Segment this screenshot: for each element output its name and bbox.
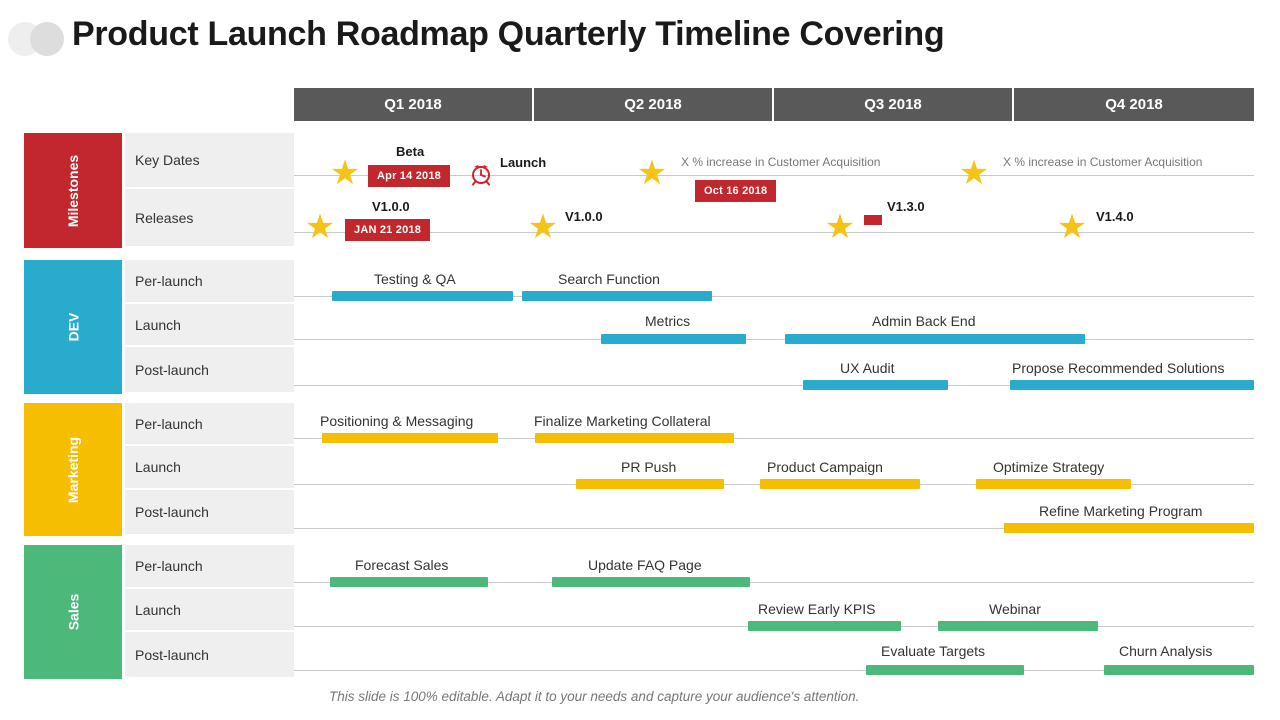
milestone-label-beta: Beta	[396, 144, 425, 159]
group-marketing: Marketing Per-launch Launch Post-launch	[24, 403, 294, 536]
release-label-v140: V1.4.0	[1096, 209, 1134, 224]
milestone-label-launch: Launch	[500, 155, 547, 170]
release-star-icon: ★	[527, 208, 559, 246]
alarm-clock-icon	[468, 160, 494, 186]
release-label-v100: V1.0.0	[372, 199, 410, 214]
row-label-sales-pre-launch[interactable]: Per-launch	[125, 545, 294, 589]
footer-note: This slide is 100% editable. Adapt it to…	[329, 689, 860, 704]
task-bar-review-early-kpis[interactable]	[748, 621, 901, 631]
title-bar: Product Launch Roadmap Quarterly Timelin…	[0, 0, 1280, 78]
page-title: Product Launch Roadmap Quarterly Timelin…	[72, 15, 945, 53]
quarter-header-cell-q1: Q1 2018	[294, 88, 534, 121]
task-label-review-early-kpis: Review Early KPIS	[758, 601, 876, 617]
task-label-admin-back-end: Admin Back End	[872, 313, 976, 329]
group-label-marketing: Marketing	[24, 403, 122, 536]
task-bar-propose-recommended-solutions[interactable]	[1010, 380, 1254, 390]
row-label-dev-pre-launch[interactable]: Per-launch	[125, 260, 294, 304]
milestone-chip-beta-date: Apr 14 2018	[368, 165, 450, 187]
milestone-chip-oct-date: Oct 16 2018	[695, 180, 777, 202]
task-label-update-faq-page: Update FAQ Page	[588, 557, 702, 573]
track-line-releases	[294, 232, 1254, 233]
group-label-text: Milestones	[64, 154, 81, 227]
task-label-optimize-strategy: Optimize Strategy	[993, 459, 1105, 475]
task-bar-testing-qa[interactable]	[332, 291, 513, 301]
release-label-v130: V1.3.0	[887, 199, 925, 214]
task-bar-optimize-strategy[interactable]	[976, 479, 1131, 489]
group-rows-sales: Per-launch Launch Post-launch	[125, 545, 294, 677]
task-label-webinar: Webinar	[989, 601, 1041, 617]
release-star-icon: ★	[304, 208, 336, 246]
task-label-positioning-messaging: Positioning & Messaging	[320, 413, 474, 429]
task-bar-evaluate-targets[interactable]	[866, 665, 1024, 675]
task-label-ux-audit: UX Audit	[840, 360, 895, 376]
task-label-churn-analysis: Churn Analysis	[1119, 643, 1213, 659]
task-label-search-function: Search Function	[558, 271, 660, 287]
row-label-sales-launch[interactable]: Launch	[125, 589, 294, 632]
row-label-marketing-launch[interactable]: Launch	[125, 446, 294, 490]
release-chip-nov-date	[864, 215, 882, 225]
group-rows-milestones: Key Dates Releases	[125, 133, 294, 246]
group-label-text: Sales	[65, 593, 81, 631]
task-label-pr-push: PR Push	[621, 459, 677, 475]
group-sales: Sales Per-launch Launch Post-launch	[24, 545, 294, 679]
group-rows-dev: Per-launch Launch Post-launch	[125, 260, 294, 392]
task-bar-pr-push[interactable]	[576, 479, 724, 489]
group-label-sales: Sales	[24, 545, 122, 679]
group-milestones: Milestones Key Dates Releases	[24, 133, 294, 248]
group-rows-marketing: Per-launch Launch Post-launch	[125, 403, 294, 534]
group-dev: DEV Per-launch Launch Post-launch	[24, 260, 294, 394]
row-label-dev-launch[interactable]: Launch	[125, 304, 294, 347]
task-bar-churn-analysis[interactable]	[1104, 665, 1254, 675]
task-label-evaluate-targets: Evaluate Targets	[881, 643, 986, 659]
track-line-dev-launch	[294, 339, 1254, 340]
row-label-marketing-pre-launch[interactable]: Per-launch	[125, 403, 294, 446]
task-label-metrics: Metrics	[645, 313, 691, 329]
task-label-product-campaign: Product Campaign	[767, 459, 883, 475]
milestone-star-icon: ★	[636, 154, 668, 192]
milestone-star-icon: ★	[958, 154, 990, 192]
group-label-dev: DEV	[24, 260, 122, 394]
task-bar-positioning-messaging[interactable]	[322, 433, 498, 443]
quarter-header-cell-q4: Q4 2018	[1014, 88, 1254, 121]
milestone-note-customer-acquisition: X % increase in Customer Acquisition	[681, 155, 881, 169]
row-label-sales-post-launch[interactable]: Post-launch	[125, 632, 294, 677]
task-bar-metrics[interactable]	[601, 334, 746, 344]
task-bar-search-function[interactable]	[522, 291, 712, 301]
group-label-milestones: Milestones	[24, 133, 122, 248]
task-bar-product-campaign[interactable]	[760, 479, 920, 489]
row-label-key-dates[interactable]: Key Dates	[125, 133, 294, 189]
release-chip-jan-date: JAN 21 2018	[345, 219, 431, 241]
release-label-v100b: V1.0.0	[565, 209, 603, 224]
task-bar-update-faq-page[interactable]	[552, 577, 750, 587]
task-bar-webinar[interactable]	[938, 621, 1098, 631]
milestone-star-icon: ★	[329, 154, 361, 192]
decorative-circles-icon	[8, 22, 66, 56]
quarter-header-cell-q2: Q2 2018	[534, 88, 774, 121]
task-label-finalize-marketing-collateral: Finalize Marketing Collateral	[534, 413, 711, 429]
task-bar-refine-marketing-program[interactable]	[1004, 523, 1254, 533]
row-label-releases[interactable]: Releases	[125, 189, 294, 246]
release-star-icon: ★	[824, 208, 856, 246]
group-label-text: DEV	[64, 312, 81, 342]
row-label-marketing-post-launch[interactable]: Post-launch	[125, 490, 294, 534]
task-bar-ux-audit[interactable]	[803, 380, 948, 390]
milestone-note-customer-acquisition: X % increase in Customer Acquisition	[1003, 155, 1203, 169]
group-label-text: Marketing	[65, 436, 81, 503]
quarter-header-cell-q3: Q3 2018	[774, 88, 1014, 121]
release-star-icon: ★	[1056, 208, 1088, 246]
task-label-forecast-sales: Forecast Sales	[355, 557, 449, 573]
task-bar-finalize-marketing-collateral[interactable]	[535, 433, 734, 443]
task-label-testing-qa: Testing & QA	[374, 271, 456, 287]
task-bar-admin-back-end[interactable]	[785, 334, 1085, 344]
quarter-header: Q1 2018 Q2 2018 Q3 2018 Q4 2018	[294, 88, 1254, 121]
task-label-propose-recommended-solutions: Propose Recommended Solutions	[1012, 360, 1225, 376]
task-bar-forecast-sales[interactable]	[330, 577, 488, 587]
task-label-refine-marketing-program: Refine Marketing Program	[1039, 503, 1203, 519]
row-label-dev-post-launch[interactable]: Post-launch	[125, 347, 294, 392]
